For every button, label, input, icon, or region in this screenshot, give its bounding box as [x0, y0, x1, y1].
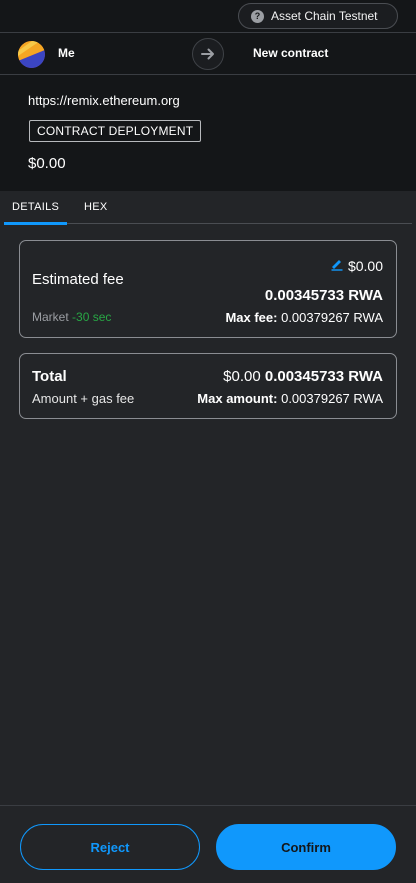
total-sublabel: Amount + gas fee: [32, 391, 135, 406]
top-bar: ? Asset Chain Testnet: [0, 0, 416, 33]
gas-market-row: Market -30 sec: [32, 310, 111, 324]
from-account-label[interactable]: Me: [58, 46, 75, 60]
max-amount-label: Max amount:: [197, 391, 278, 406]
total-fiat-value: $0.00: [223, 368, 261, 385]
max-fee-row: Max fee: 0.00379267 RWA: [225, 310, 383, 325]
help-icon: ?: [251, 9, 264, 23]
market-label: Market: [32, 310, 69, 324]
active-tab-indicator: [4, 222, 67, 225]
tab-bar: DETAILS HEX: [4, 191, 412, 225]
fee-crypto-value: 0.00345733 RWA: [264, 287, 383, 304]
max-amount-value: 0.00379267 RWA: [281, 391, 383, 406]
avatar-icon: [18, 41, 45, 68]
confirm-button[interactable]: Confirm: [216, 824, 396, 870]
max-amount-row: Max amount: 0.00379267 RWA: [197, 391, 383, 406]
estimated-fee-title: Estimated fee: [32, 271, 124, 288]
to-account-label: New contract: [253, 46, 329, 60]
market-time: -30 sec: [72, 310, 112, 324]
origin-url: https://remix.ethereum.org: [28, 93, 180, 108]
tab-hex[interactable]: HEX: [84, 201, 108, 213]
action-footer: Reject Confirm: [0, 805, 416, 883]
network-label: Asset Chain Testnet: [271, 9, 378, 23]
transaction-summary: https://remix.ethereum.org CONTRACT DEPL…: [0, 75, 416, 191]
max-fee-value: 0.00379267 RWA: [281, 310, 383, 325]
total-crypto-value: 0.00345733 RWA: [264, 368, 383, 385]
account-avatar: [18, 41, 45, 68]
total-label: Total: [32, 368, 67, 385]
total-values: $0.00 0.00345733 RWA: [223, 368, 383, 385]
max-fee-label: Max fee:: [225, 310, 278, 325]
estimated-fee-card: Estimated fee $0.00 0.00345733 RWA Marke…: [19, 240, 397, 338]
accounts-row: Me New contract: [0, 33, 416, 75]
network-selector[interactable]: ? Asset Chain Testnet: [238, 3, 398, 29]
transaction-type-badge: CONTRACT DEPLOYMENT: [29, 120, 202, 142]
fee-fiat-value: $0.00: [347, 257, 383, 274]
tab-details[interactable]: DETAILS: [12, 201, 59, 213]
total-card: Total Amount + gas fee $0.00 0.00345733 …: [19, 353, 397, 419]
fee-fiat-row: $0.00: [330, 257, 383, 274]
edit-gas-icon[interactable]: [330, 257, 344, 274]
arrow-right-icon: [192, 38, 224, 70]
transaction-amount: $0.00: [28, 155, 66, 172]
reject-button[interactable]: Reject: [20, 824, 200, 870]
